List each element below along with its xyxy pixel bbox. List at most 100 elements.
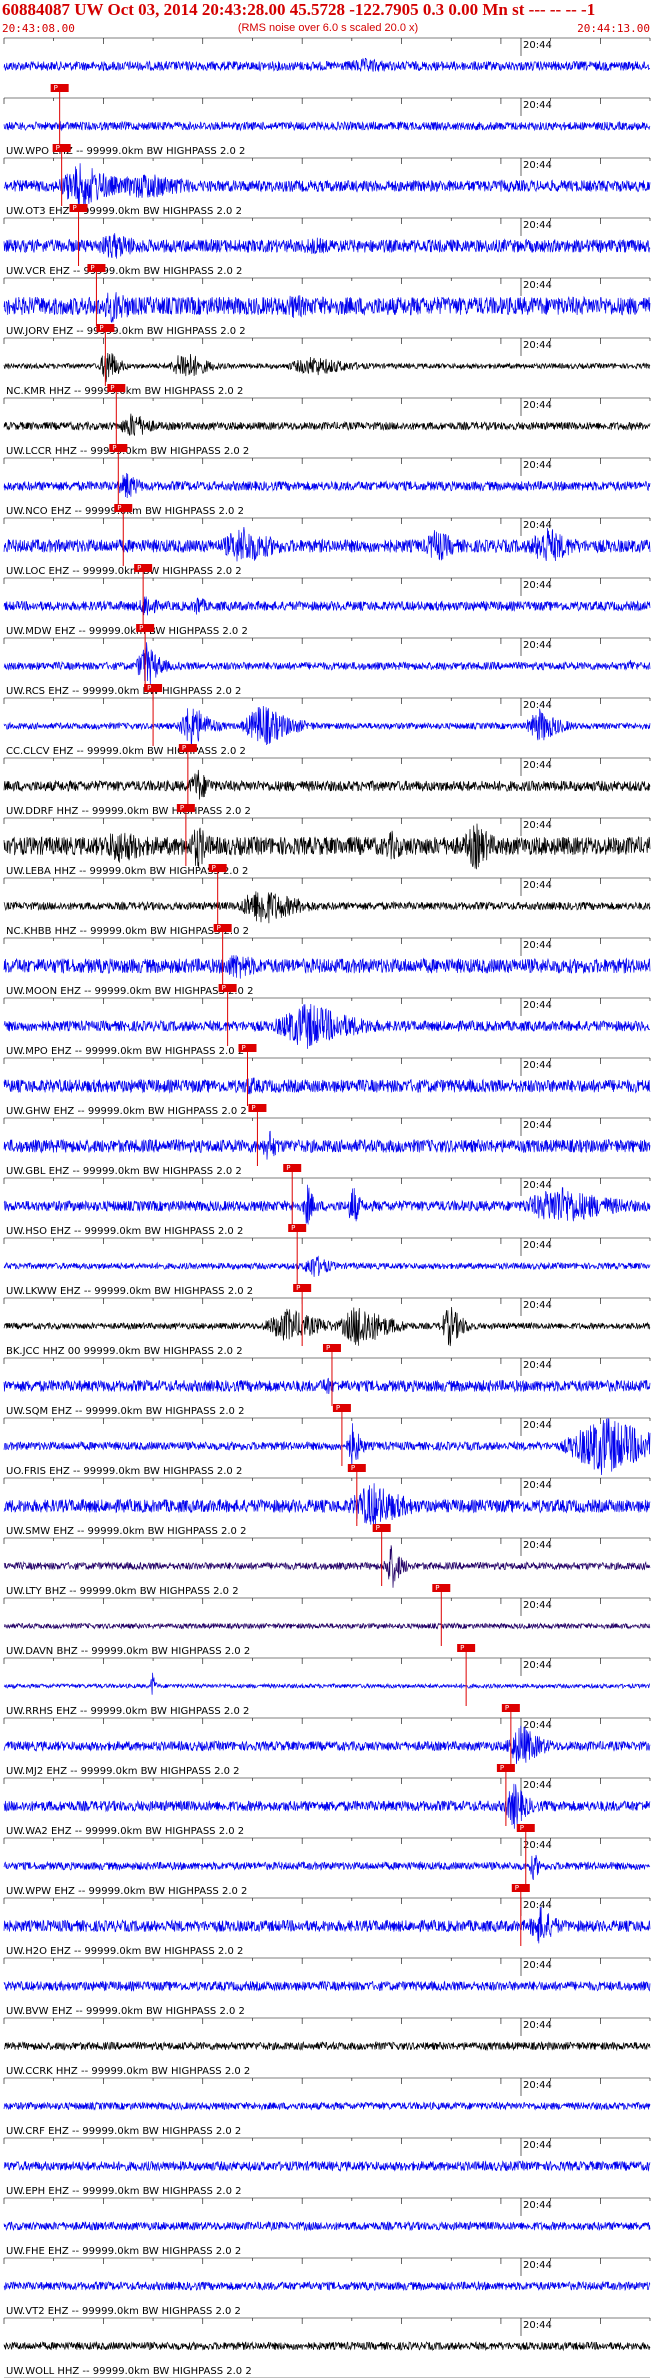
waveform	[3, 2220, 651, 2232]
waveform	[3, 1130, 651, 1160]
waveform	[3, 1906, 651, 1944]
minute-marker-label: 20:44	[523, 340, 552, 351]
minute-marker-label: 20:44	[523, 1720, 552, 1731]
trace-row: 20:44 UW.CCRK HHZ -- 99999.0km BW HIGHPAS…	[3, 2017, 651, 2077]
minute-marker-label: 20:44	[523, 760, 552, 771]
waveform	[3, 1783, 651, 1829]
pick-label: P	[54, 84, 58, 92]
waveform	[3, 1854, 651, 1881]
trace-row: 20:44 UW.WOLL HHZ -- 99999.0km BW HIGHPAS…	[3, 2317, 651, 2377]
trace-row: 20:44 UW.BVW EHZ -- 99999.0km BW HIGHPASS…	[3, 1957, 651, 2017]
pick-label: P	[376, 1524, 380, 1532]
pick-label: P	[182, 744, 186, 752]
waveform	[3, 413, 651, 436]
waveform	[3, 2101, 651, 2111]
waveform	[3, 891, 651, 924]
trace-row: 20:44PUW.WPO EHZ -- 99999.0km BW HIGHPAS…	[3, 84, 651, 157]
station-label: UW.MJ2 EHZ -- 99999.0km BW HIGHPASS 2.0 …	[6, 1766, 240, 1777]
minute-marker-label: 20:44	[523, 160, 552, 171]
minute-marker-label: 20:44	[523, 1780, 552, 1791]
minute-marker-label: 20:44	[523, 280, 552, 291]
pick-label: P	[336, 1404, 340, 1412]
station-label: UW.LCCR HHZ -- 99999.0km BW HIGHPASS 2.0…	[6, 446, 249, 457]
pick-label: P	[217, 924, 221, 932]
minute-marker-label: 20:44	[523, 400, 552, 411]
waveform	[3, 526, 651, 562]
waveform	[3, 596, 651, 616]
minute-marker-label: 20:44	[523, 700, 552, 711]
pick-label: P	[139, 624, 143, 632]
pick-label: P	[241, 1044, 245, 1052]
pick-label: P	[326, 1344, 330, 1352]
station-label: UW.RRHS EHZ -- 99999.0km BW HIGHPASS 2.0…	[6, 1706, 249, 1717]
pick-label: P	[351, 1464, 355, 1472]
waveform	[3, 1003, 651, 1049]
station-label: UW.H2O EHZ -- 99999.0km BW HIGHPASS 2.0 …	[6, 1946, 243, 1957]
station-label: UW.RCS EHZ -- 99999.0km BW HIGHPASS 2.0 …	[6, 686, 241, 697]
station-label: BK.JCC HHZ 00 99999.0km BW HIGHPASS 2.0 …	[6, 1346, 243, 1357]
minute-marker-label: 20:44	[523, 1900, 552, 1911]
pick-label: P	[90, 264, 94, 272]
waveform	[3, 2280, 651, 2292]
waveform	[3, 1377, 651, 1395]
station-label: UW.DAVN BHZ -- 99999.0km BW HIGHPASS 2.0…	[6, 1646, 250, 1657]
station-label: UW.MPO EHZ -- 99999.0km BW HIGHPASS 2.0 …	[6, 1046, 244, 1057]
pick-label: P	[286, 1164, 290, 1172]
pick-label: P	[73, 204, 77, 212]
station-label: UW.WA2 EHZ -- 99999.0km BW HIGHPASS 2.0 …	[6, 1826, 244, 1837]
pick-label: P	[56, 144, 60, 152]
minute-marker-label: 20:44	[523, 40, 552, 51]
waveform	[3, 2160, 651, 2172]
minute-marker-label: 20:44	[523, 2260, 552, 2271]
station-label: UW.WPO EHZ -- 99999.0km BW HIGHPASS 2.0 …	[6, 146, 245, 157]
station-label: CC.CLCV EHZ -- 99999.0km BW HIGHPASS 2.0…	[6, 746, 246, 757]
pick-label: P	[296, 1284, 300, 1292]
station-label: UW.WPW EHZ -- 99999.0km BW HIGHPASS 2.0 …	[6, 1886, 247, 1897]
pick-label: P	[460, 1644, 464, 1652]
minute-marker-label: 20:44	[523, 640, 552, 651]
waveform	[3, 1306, 651, 1347]
waveform	[3, 955, 651, 979]
waveform	[3, 705, 651, 750]
station-label: UW.BVW EHZ -- 99999.0km BW HIGHPASS 2.0 …	[6, 2006, 245, 2017]
station-label: UW.LKWW EHZ -- 99999.0km BW HIGHPASS 2.0…	[6, 1286, 253, 1297]
minute-marker-label: 20:44	[523, 1300, 552, 1311]
waveform	[3, 1545, 651, 1588]
minute-marker-label: 20:44	[523, 1060, 552, 1071]
pick-label: P	[500, 1764, 504, 1772]
station-label: UW.SMW EHZ -- 99999.0km BW HIGHPASS 2.0 …	[6, 1526, 246, 1537]
pick-label: P	[110, 384, 114, 392]
waveform	[3, 163, 651, 208]
pick-label: P	[112, 444, 116, 452]
station-label: UW.MDW EHZ -- 99999.0km BW HIGHPASS 2.0 …	[6, 626, 248, 637]
waveform	[3, 769, 651, 800]
minute-marker-label: 20:44	[523, 1480, 552, 1491]
station-label: UW.OT3 EHZ -- 99999.0km BW HIGHPASS 2.0 …	[6, 206, 242, 217]
waveform	[3, 1980, 651, 1992]
minute-marker-label: 20:44	[523, 2080, 552, 2091]
pick-label: P	[291, 1224, 295, 1232]
minute-marker-label: 20:44	[523, 1960, 552, 1971]
waveform	[3, 642, 651, 685]
waveform	[3, 472, 651, 499]
station-label: UW.HSO EHZ -- 99999.0km BW HIGHPASS 2.0 …	[6, 1226, 243, 1237]
waveform	[3, 233, 651, 259]
pick-label: P	[99, 324, 103, 332]
minute-marker-label: 20:44	[523, 2020, 552, 2031]
station-label: UW.JORV EHZ -- 99999.0km BW HIGHPASS 2.0…	[6, 326, 246, 337]
minute-marker-label: 20:44	[523, 100, 552, 111]
station-label: UW.FHE EHZ -- 99999.0km BW HIGHPASS 2.0 …	[6, 2246, 241, 2257]
waveform	[3, 2040, 651, 2052]
station-label: UW.VCR EHZ -- 99999.0km BW HIGHPASS 2.0 …	[6, 266, 242, 277]
station-label: UW.WOLL HHZ -- 99999.0km BW HIGHPASS 2.0…	[6, 2366, 252, 2377]
minute-marker-label: 20:44	[523, 1240, 552, 1251]
pick-label: P	[520, 1824, 524, 1832]
event-title: 60884087 UW Oct 03, 2014 20:43:28.00 45.…	[2, 0, 596, 19]
minute-marker-label: 20:44	[523, 580, 552, 591]
waveform	[3, 120, 651, 132]
minute-marker-label: 20:44	[523, 1180, 552, 1191]
minute-marker-label: 20:44	[523, 1120, 552, 1131]
station-label: UW.CRF EHZ -- 99999.0km BW HIGHPASS 2.0 …	[6, 2126, 241, 2137]
waveform	[4, 1622, 651, 1630]
trace-row: 20:44 UW.EPH EHZ -- 99999.0km BW HIGHPASS…	[3, 2137, 651, 2197]
